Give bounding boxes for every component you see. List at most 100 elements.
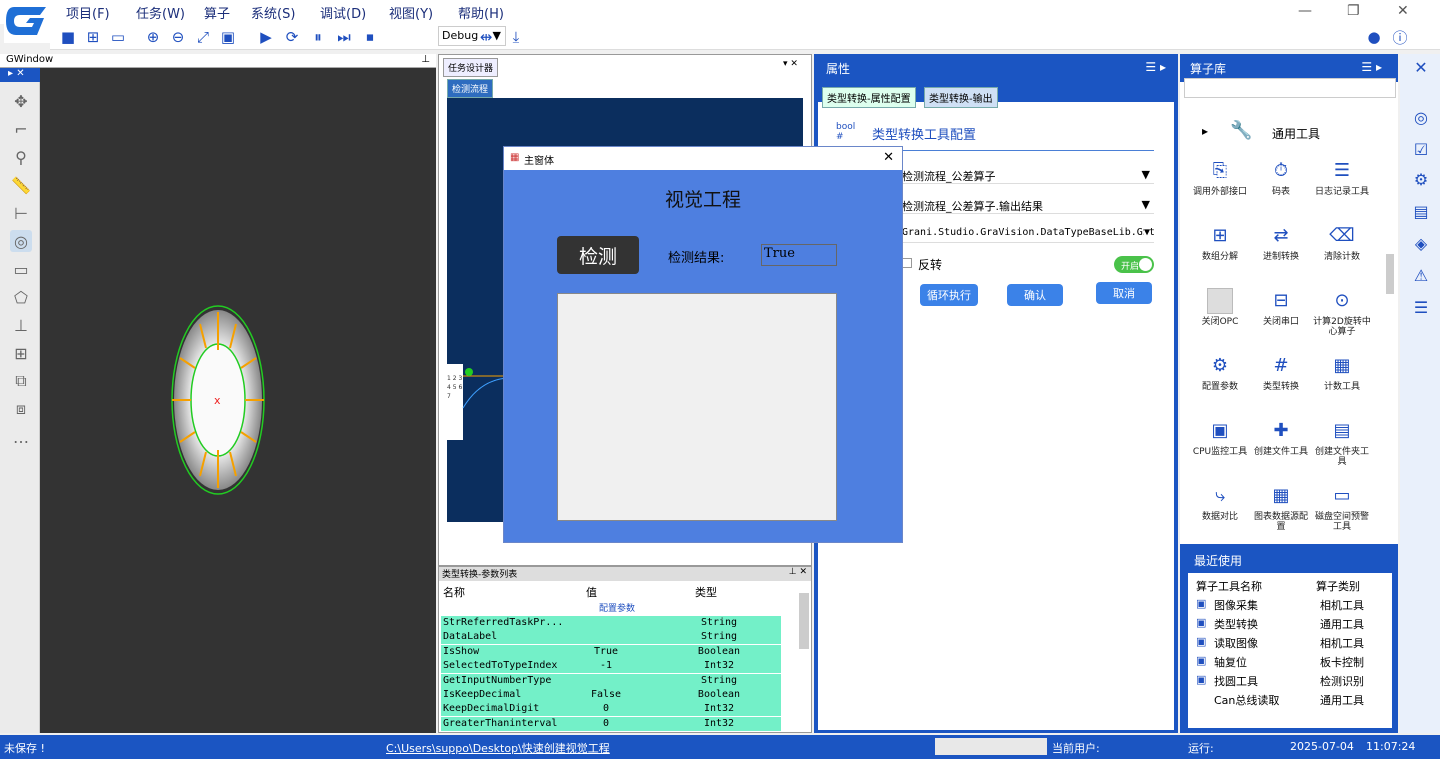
close-panel-icon[interactable]: ✕ <box>1410 56 1432 78</box>
remove-layer-icon[interactable]: ⧈ <box>10 398 32 420</box>
recent-item[interactable]: ▣ 图像采集 相机工具 <box>1196 595 1392 614</box>
zoom-out-icon[interactable]: ⊖ <box>168 27 188 47</box>
reverse-checkbox[interactable] <box>902 258 912 268</box>
confirm-button[interactable]: 确认 <box>1007 284 1063 306</box>
input-combo-1[interactable]: 检测流程_公差算子 ▼ <box>900 166 1154 184</box>
library-item[interactable]: 关闭OPC <box>1190 288 1250 327</box>
tab-detect-flow[interactable]: 检测流程 <box>447 79 494 98</box>
magnifier-icon[interactable]: ⚲ <box>10 146 32 168</box>
param-pin-icon[interactable]: ⊥ ✕ <box>789 567 807 577</box>
library-item[interactable]: ⎘ 调用外部接口 <box>1190 158 1250 198</box>
warning-icon[interactable]: ⚠ <box>1410 264 1432 286</box>
recent-item[interactable]: ▣ 类型转换 通用工具 <box>1196 614 1392 633</box>
dialog-close-icon[interactable]: ✕ <box>883 150 894 165</box>
library-item[interactable]: ▣ CPU监控工具 <box>1190 418 1250 458</box>
library-item[interactable]: ⚙ 配置参数 <box>1190 353 1250 393</box>
library-item[interactable]: ⇄ 进制转换 <box>1251 223 1311 263</box>
add-layer-icon[interactable]: ⧉ <box>10 370 32 392</box>
line-icon[interactable]: ⌐ <box>10 118 32 140</box>
menu-task[interactable]: 任务(W) <box>136 3 185 22</box>
tab-property-config[interactable]: 类型转换-属性配置 <box>822 87 916 108</box>
library-item[interactable]: ⏱ 码表 <box>1251 158 1311 198</box>
gwindow-controls[interactable]: ▸ ✕ <box>0 68 40 82</box>
image-view[interactable]: x <box>40 68 436 733</box>
library-menu-icon[interactable]: ☰ ▸ <box>1361 60 1382 74</box>
ruler-icon[interactable]: 📏 <box>10 174 32 196</box>
caliper-icon[interactable]: ⊥ <box>10 314 32 336</box>
param-row[interactable]: GetInputNumberType String <box>441 673 781 688</box>
checklist-icon[interactable]: ☑ <box>1410 138 1432 160</box>
param-row[interactable]: StrReferredTaskPr... String <box>441 616 781 630</box>
recent-item[interactable]: ▣ 找圆工具 检测识别 <box>1196 671 1392 690</box>
menu-help[interactable]: 帮助(H) <box>458 3 504 22</box>
grid-icon[interactable]: ⊞ <box>10 342 32 364</box>
detect-button[interactable]: 检测 <box>557 236 639 274</box>
enable-toggle[interactable]: 开启 <box>1114 256 1154 273</box>
library-item[interactable]: ▤ 创建文件夹工具 <box>1312 418 1372 468</box>
minimize-icon[interactable]: — <box>1298 3 1312 19</box>
recent-item[interactable]: ▣ 轴复位 板卡控制 <box>1196 652 1392 671</box>
category-chevron-icon[interactable]: ▸ <box>1202 124 1208 138</box>
type-combo[interactable]: Grani.Studio.GraVision.DataTypeBaseLib.G… <box>900 225 1154 243</box>
fullscreen-icon[interactable]: ▣ <box>218 27 238 47</box>
step-icon[interactable]: ⏭ <box>334 27 354 47</box>
param-row[interactable]: KeepDecimalDigit 0 Int32 <box>441 702 781 717</box>
recent-item[interactable]: Can总线读取 通用工具 <box>1196 690 1392 709</box>
library-item[interactable]: ⌫ 清除计数 <box>1312 223 1372 263</box>
close-icon[interactable]: ✕ <box>1397 3 1409 19</box>
pause-icon[interactable]: ⏸ <box>308 27 328 47</box>
param-row[interactable]: IsKeepDecimal False Boolean <box>441 688 781 702</box>
tab-task-designer[interactable]: 任务设计器 <box>443 58 499 77</box>
param-scrollbar[interactable] <box>799 593 809 649</box>
library-scrollbar[interactable] <box>1386 254 1394 294</box>
menu-operator[interactable]: 算子 <box>204 3 230 22</box>
library-item[interactable]: ⤷ 数据对比 <box>1190 483 1250 523</box>
list-icon[interactable]: ▤ <box>1410 200 1432 222</box>
library-search-input[interactable] <box>1184 78 1396 98</box>
split-icon[interactable]: ⇹ <box>476 27 496 47</box>
rect-roi-icon[interactable]: ▭ <box>10 258 32 280</box>
stop-icon[interactable]: ⏹ <box>360 27 380 47</box>
run-icon[interactable]: ▶ <box>256 27 276 47</box>
measure-icon[interactable]: ⊢ <box>10 202 32 224</box>
zoom-in-icon[interactable]: ⊕ <box>143 27 163 47</box>
user-icon[interactable]: ● <box>1364 27 1384 47</box>
menu-system[interactable]: 系统(S) <box>251 3 295 22</box>
new-icon[interactable]: ⊞ <box>83 27 103 47</box>
library-item[interactable]: ▦ 计数工具 <box>1312 353 1372 393</box>
move-icon[interactable]: ✥ <box>10 90 32 112</box>
info-icon[interactable]: ⓘ <box>1390 27 1410 47</box>
library-item[interactable]: ☰ 日志记录工具 <box>1312 158 1372 198</box>
library-item[interactable]: ▭ 磁盘空间预警工具 <box>1312 483 1372 533</box>
settings-icon[interactable]: ⚙ <box>1410 168 1432 190</box>
loop-icon[interactable]: ⟳ <box>282 27 302 47</box>
polygon-roi-icon[interactable]: ⬠ <box>10 286 32 308</box>
output-area[interactable] <box>557 293 837 521</box>
more-icon[interactable]: … <box>10 426 32 448</box>
menu-debug[interactable]: 调试(D) <box>320 3 366 22</box>
menu-view[interactable]: 视图(Y) <box>389 3 433 22</box>
props-menu-icon[interactable]: ☰ ▸ <box>1145 60 1166 74</box>
panel-controls[interactable]: ▾ ✕ <box>783 59 798 69</box>
param-row[interactable]: DataLabel String <box>441 630 781 645</box>
loop-run-button[interactable]: 循环执行 <box>920 284 978 306</box>
layers-icon[interactable]: ◈ <box>1410 232 1432 254</box>
library-item[interactable]: ⊞ 数组分解 <box>1190 223 1250 263</box>
input-combo-2[interactable]: 检测流程_公差算子.输出结果 ▼ <box>900 196 1154 214</box>
library-item[interactable]: ✚ 创建文件工具 <box>1251 418 1311 458</box>
ring-select-icon[interactable]: ◎ <box>10 230 32 252</box>
recent-item[interactable]: ▣ 读取图像 相机工具 <box>1196 633 1392 652</box>
open-folder-icon[interactable]: ▭ <box>108 27 128 47</box>
database-icon[interactable]: ☰ <box>1410 296 1432 318</box>
pin-icon[interactable]: ⊥ <box>421 54 430 65</box>
fit-icon[interactable]: ⤢ <box>193 27 213 47</box>
save-icon[interactable]: ■ <box>58 27 78 47</box>
param-row[interactable]: SelectedToTypeIndex -1 Int32 <box>441 659 781 674</box>
project-path-link[interactable]: C:\Users\suppo\Desktop\快速创建视觉工程 <box>386 740 610 756</box>
cancel-button[interactable]: 取消 <box>1096 282 1152 304</box>
param-row[interactable]: GreaterThaninterval 0 Int32 <box>441 716 781 731</box>
tab-output[interactable]: 类型转换-输出 <box>924 87 998 108</box>
menu-project[interactable]: 项目(F) <box>66 3 110 22</box>
library-item[interactable]: # 类型转换 <box>1251 353 1311 393</box>
library-item[interactable]: ▦ 图表数据源配置 <box>1251 483 1311 533</box>
